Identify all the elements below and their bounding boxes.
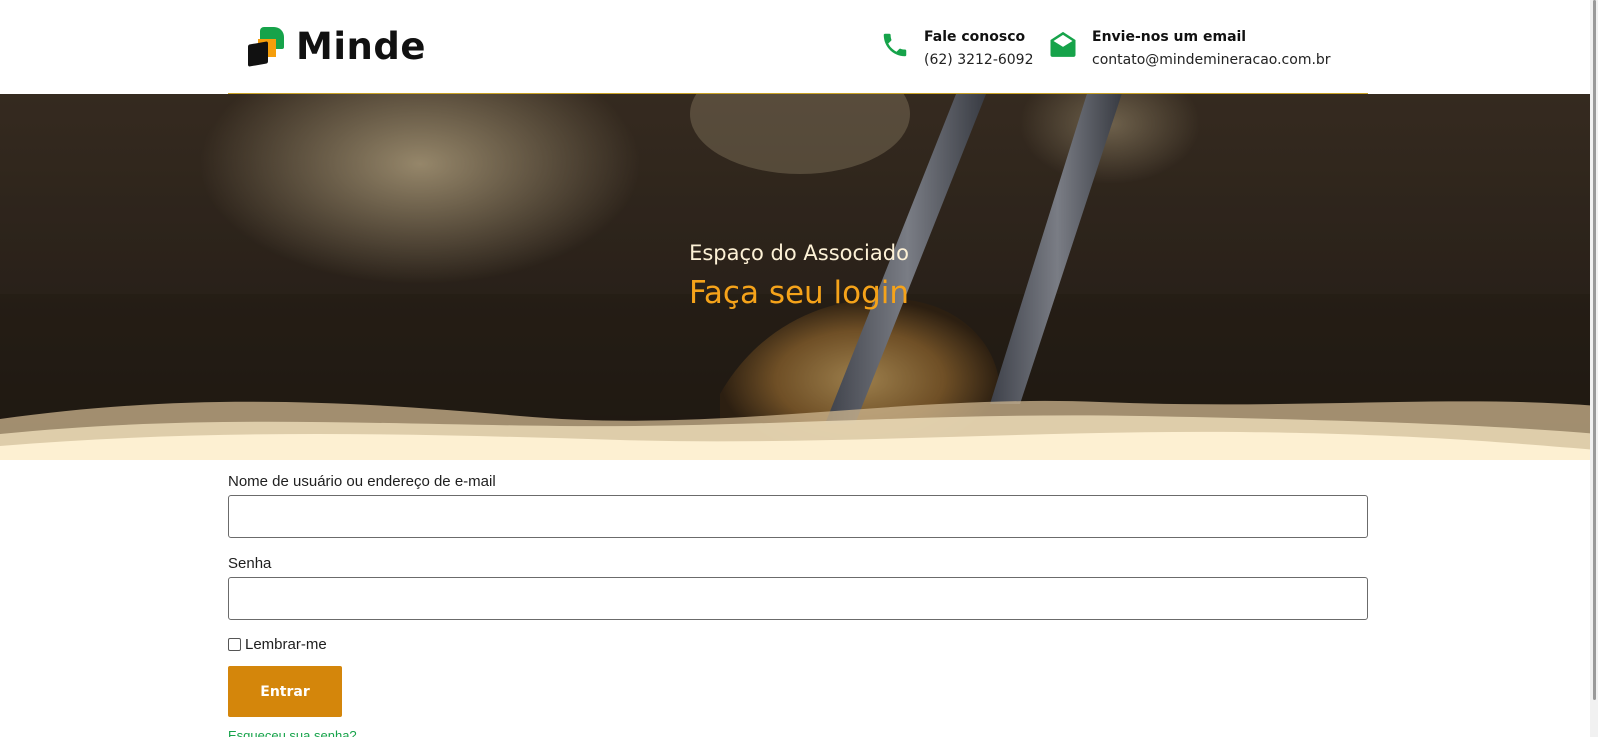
site-header: Minde Fale conosco (62) 3212-6092 Envie-… [0,0,1598,94]
password-input[interactable] [228,577,1368,620]
email-title: Envie-nos um email [1092,29,1247,45]
password-label: Senha [228,555,272,572]
scrollbar-thumb[interactable] [1593,0,1596,700]
envelope-icon [1050,31,1076,57]
logo-mark-icon [246,25,290,67]
username-label: Nome de usuário ou endereço de e-mail [228,473,496,490]
site-logo[interactable]: Minde [246,24,426,68]
logo-text: Minde [296,24,426,68]
hero-title: Faça seu login [688,275,910,311]
phone-number[interactable]: (62) 3212-6092 [924,48,1034,72]
username-input[interactable] [228,495,1368,538]
forgot-password-link[interactable]: Esqueceu sua senha? [228,728,357,737]
contact-phone: Fale conosco (62) 3212-6092 [880,26,1034,72]
phone-title: Fale conosco [924,29,1026,45]
remember-me-label[interactable]: Lembrar-me [245,636,327,653]
contact-email: Envie-nos um email contato@mindemineraca… [1048,26,1331,72]
phone-icon [883,33,907,57]
hero-banner: Espaço do Associado Faça seu login [0,94,1598,460]
remember-me-checkbox[interactable] [228,637,241,651]
login-form: Nome de usuário ou endereço de e-mail Se… [228,470,1368,717]
login-button[interactable]: Entrar [228,666,342,717]
remember-me-row[interactable]: Lembrar-me [228,634,1368,654]
hero-subtitle: Espaço do Associado [689,241,909,265]
email-address[interactable]: contato@mindemineracao.com.br [1092,48,1331,72]
